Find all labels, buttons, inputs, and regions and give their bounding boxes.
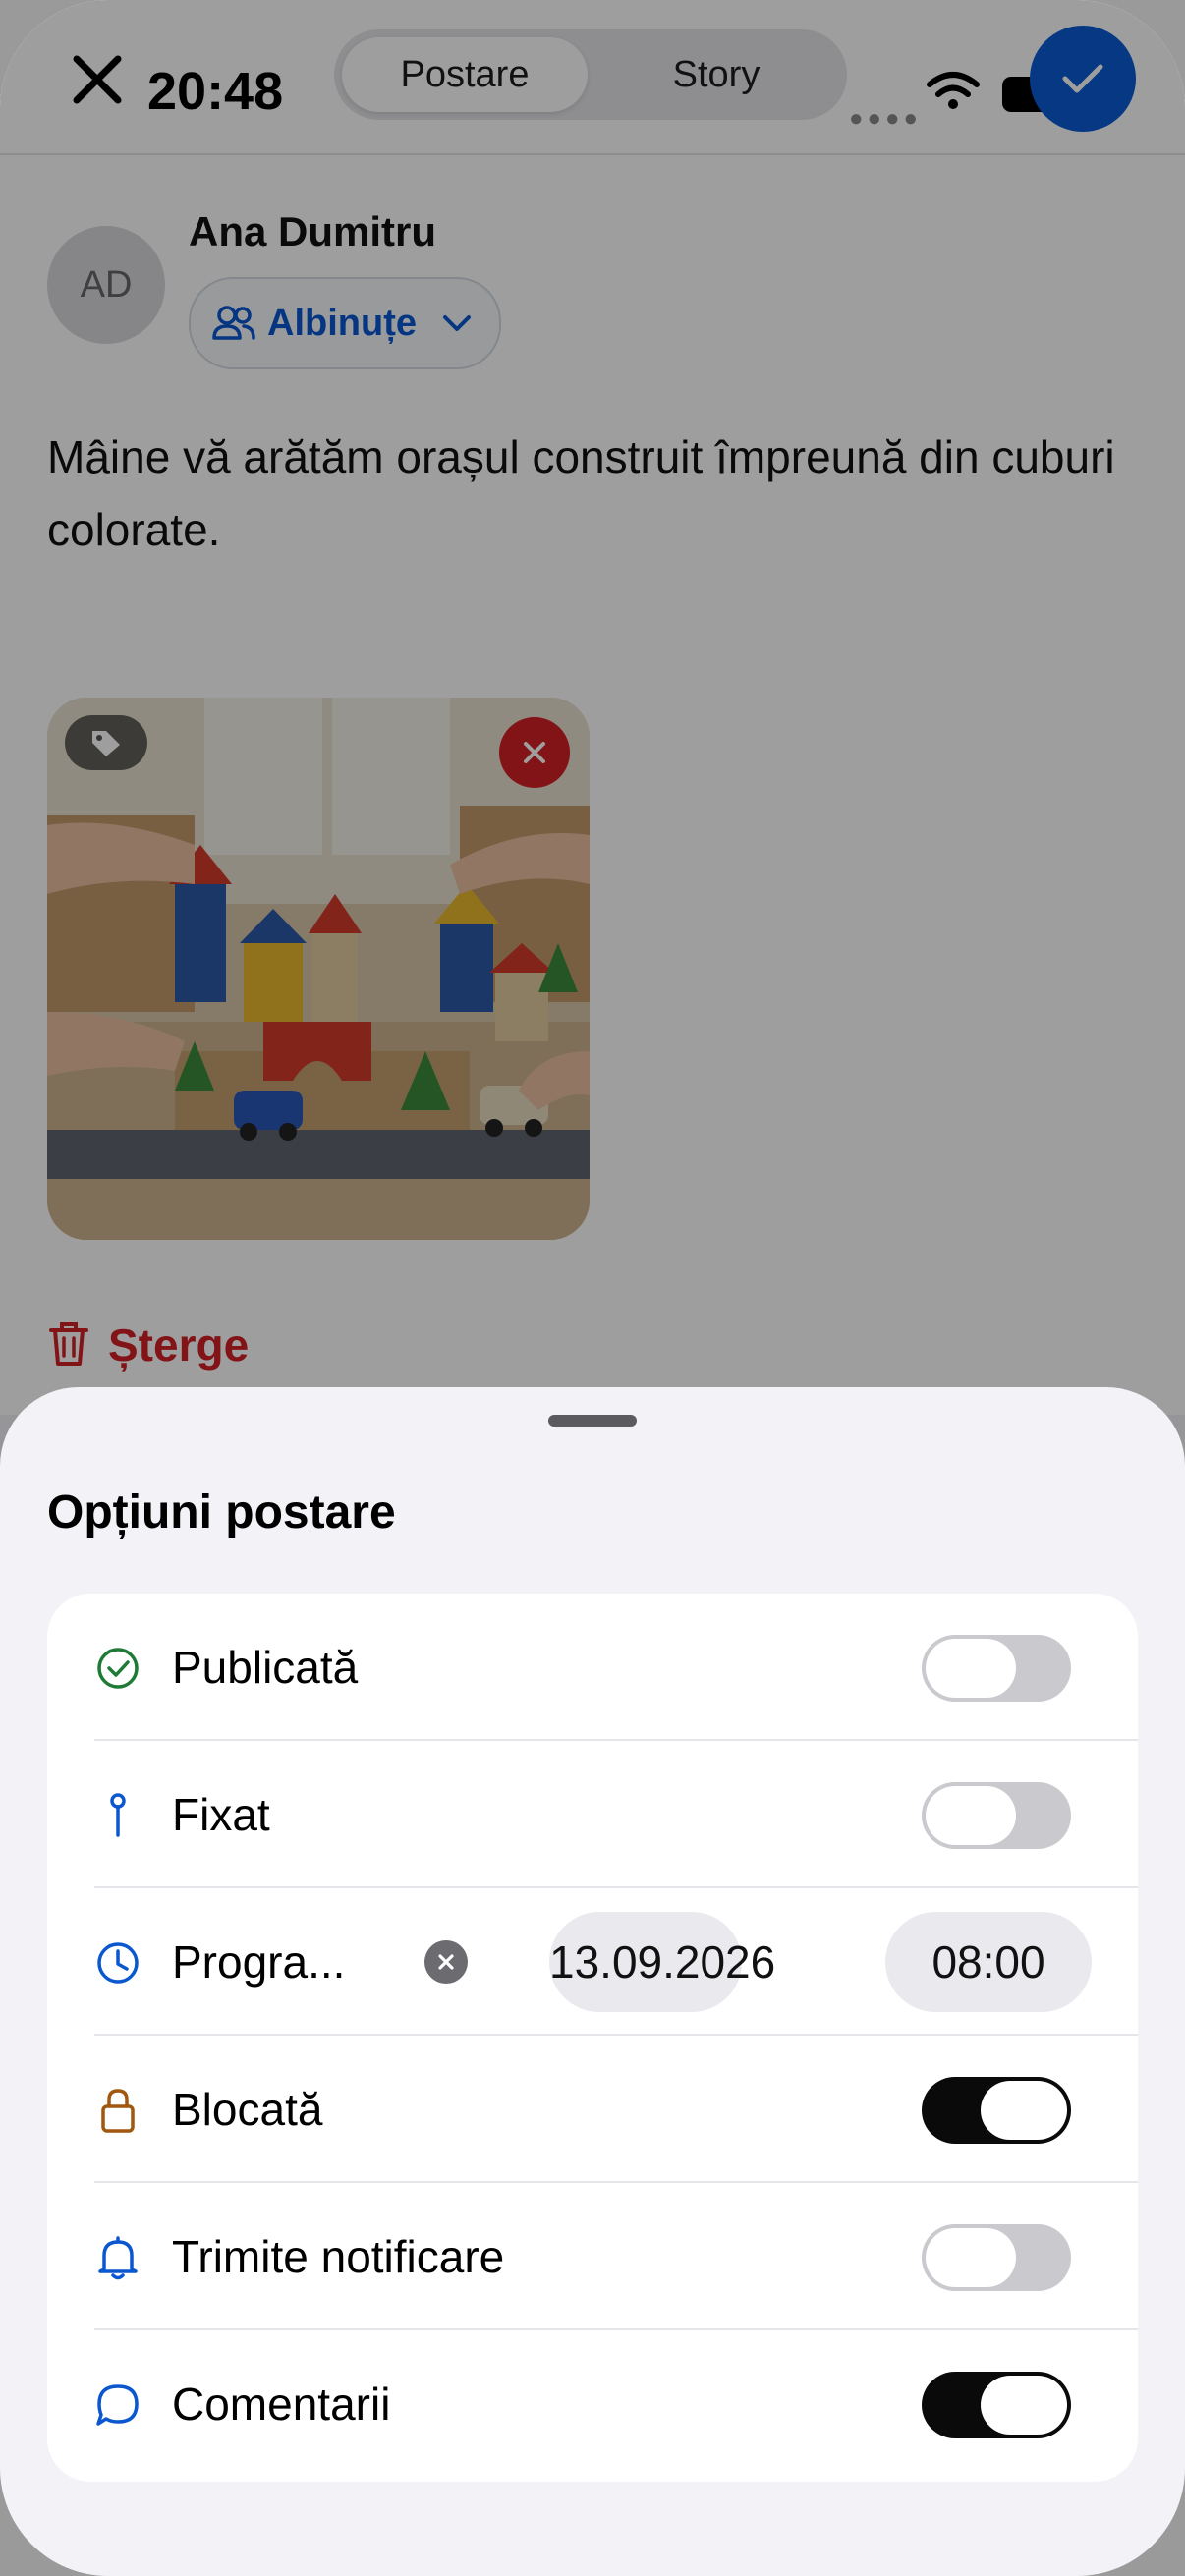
sheet-grabber[interactable] [548,1415,637,1427]
comment-icon [96,2384,139,2426]
toggle-knob [981,2376,1067,2435]
published-toggle[interactable] [922,1635,1071,1702]
bell-icon [98,2236,138,2280]
comments-toggle[interactable] [922,2372,1071,2438]
sheet-title: Opțiuni postare [47,1486,396,1539]
option-row-published[interactable]: Publicată [47,1594,1138,1741]
schedule-time-picker[interactable]: 08:00 [885,1912,1092,2012]
options-card: Publicată Fixat Progra... 13.09.2026 08:… [47,1594,1138,2482]
notification-toggle[interactable] [922,2224,1071,2291]
toggle-knob [926,1786,1016,1845]
locked-toggle[interactable] [922,2077,1071,2144]
option-row-schedule[interactable]: Progra... 13.09.2026 08:00 [47,1888,1138,2036]
toggle-knob [926,2228,1016,2287]
post-options-sheet: Opțiuni postare Publicată Fixat Progra..… [0,1387,1185,2576]
option-row-pinned[interactable]: Fixat [47,1741,1138,1888]
pin-icon [110,1793,126,1837]
toggle-knob [981,2081,1067,2140]
check-circle-icon [97,1648,139,1689]
clear-schedule-button[interactable] [424,1940,468,1984]
option-label-published: Publicată [172,1642,359,1693]
option-row-comments[interactable]: Comentarii [47,2330,1138,2478]
close-icon [438,1954,454,1970]
option-label-pinned: Fixat [172,1789,270,1840]
option-label-locked: Blocată [172,2084,323,2135]
schedule-date-picker[interactable]: 13.09.2026 [549,1912,775,2012]
toggle-knob [926,1639,1016,1698]
option-row-notification[interactable]: Trimite notificare [47,2183,1138,2330]
option-label-schedule: Progra... [172,1936,346,1988]
lock-icon [101,2089,135,2133]
clock-icon [97,1942,139,1984]
option-row-locked[interactable]: Blocată [47,2036,1138,2183]
option-label-comments: Comentarii [172,2379,391,2430]
option-label-notification: Trimite notificare [172,2231,505,2282]
pinned-toggle[interactable] [922,1782,1071,1849]
phone-screen: 20:48 Postare Story ●●●● AD Ana Dumitru [0,0,1185,2576]
